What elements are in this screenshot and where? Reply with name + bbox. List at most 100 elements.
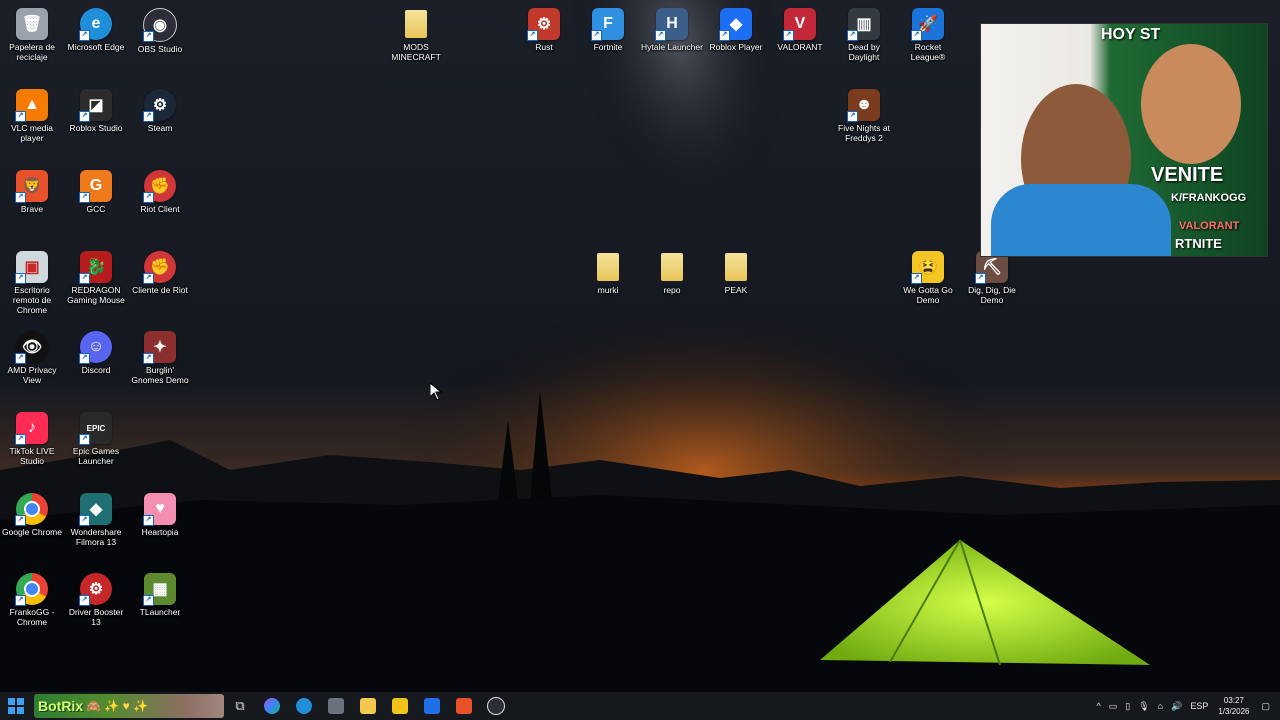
desktop-icon-rocket-league[interactable]: 🚀 ↗ Rocket League®	[896, 4, 960, 82]
icon-label: Microsoft Edge	[67, 42, 125, 52]
desktop-icon-heartopia[interactable]: ♥ ↗ Heartopia	[128, 489, 192, 567]
riot-icon: ✊ ↗	[143, 170, 176, 203]
icon-label: Hytale Launcher	[641, 42, 703, 52]
icon-label: Heartopia	[141, 527, 179, 537]
volume-icon[interactable]: 🔊	[1171, 701, 1182, 712]
icon-label: Wondershare Filmora 13	[70, 527, 122, 547]
desktop-icon-riot-client[interactable]: ✊ ↗ Riot Client	[128, 166, 192, 244]
overlay-text: RTNITE	[1175, 236, 1222, 251]
cartoon-avatar	[1141, 44, 1241, 164]
taskbar-app[interactable]	[320, 692, 352, 720]
obs-icon: ◉ ↗	[143, 8, 177, 42]
desktop-icon-chrome-remote[interactable]: ▣ ↗ Escritorio remoto de Chrome	[0, 247, 64, 325]
icon-label: MODS MINECRAFT	[391, 42, 441, 62]
gcc-icon: G ↗	[79, 170, 112, 203]
riot-icon: ✊ ↗	[143, 251, 176, 284]
battery-icon[interactable]: ▯	[1125, 701, 1130, 712]
desktop-icon-fnaf2[interactable]: ☻ ↗ Five Nights at Freddys 2	[832, 85, 896, 163]
overlay-text: VENITE	[1151, 164, 1224, 186]
chevron-up-icon[interactable]: ^	[1097, 701, 1101, 711]
discord-icon: ☺ ↗	[79, 331, 112, 364]
desktop-icon-vlc[interactable]: ▲ ↗ VLC media player	[0, 85, 64, 163]
taskbar-mail[interactable]	[416, 692, 448, 720]
folder-icon	[360, 698, 376, 714]
icon-label: REDRAGON Gaming Mouse	[67, 285, 125, 305]
folder-icon	[592, 251, 624, 283]
icon-label: TikTok LIVE Studio	[9, 446, 55, 466]
taskbar-obs[interactable]	[480, 692, 512, 720]
desktop-icon-we-gotta-go[interactable]: 😫 ↗ We Gotta Go Demo	[896, 247, 960, 325]
desktop-icon-gcc[interactable]: G ↗ GCC	[64, 166, 128, 244]
desktop-icon-google-chrome[interactable]: ↗ Google Chrome	[0, 489, 64, 567]
desktop-icon-obs-studio[interactable]: ◉ ↗ OBS Studio	[128, 4, 192, 82]
desktop-icon-discord[interactable]: ☺ ↗ Discord	[64, 327, 128, 405]
edge-icon: e ↗	[79, 8, 112, 41]
clock-date: 1/3/2026	[1218, 707, 1250, 716]
chrome-icon: ↗	[15, 573, 48, 606]
rust-icon: ⚙ ↗	[527, 8, 560, 41]
desktop-icon-hytale-launcher[interactable]: H ↗ Hytale Launcher	[640, 4, 704, 82]
desktop-icon-microsoft-edge[interactable]: e ↗ Microsoft Edge	[64, 4, 128, 82]
desktop-icon-redragon[interactable]: 🐉 ↗ REDRAGON Gaming Mouse	[64, 247, 128, 325]
icon-label: Roblox Studio	[69, 123, 123, 133]
desktop-icon-tiktok-live[interactable]: ♪ ↗ TikTok LIVE Studio	[0, 408, 64, 486]
edge-icon	[296, 698, 312, 714]
desktop-icon-cliente-riot[interactable]: ✊ ↗ Cliente de Riot	[128, 247, 192, 325]
desktop-icon-brave[interactable]: 🦁 ↗ Brave	[0, 166, 64, 244]
microphone-icon[interactable]: 🎙	[1138, 701, 1149, 712]
desktop-icon-dig-dig-die[interactable]: ⛏ ↗ Dig, Dig, Die Demo	[960, 247, 1024, 325]
desktop-icon-mods-minecraft[interactable]: MODS MINECRAFT	[384, 4, 448, 82]
task-view-button[interactable]: ⧉	[224, 692, 256, 720]
vlc-icon: ▲ ↗	[15, 89, 48, 122]
rocket-league-icon: 🚀 ↗	[911, 8, 944, 41]
clock[interactable]: 03:27 1/3/2026	[1218, 695, 1249, 717]
icon-label: Epic Games Launcher	[72, 446, 120, 466]
taskbar-store[interactable]	[384, 692, 416, 720]
fortnite-icon: F ↗	[591, 8, 624, 41]
desktop-icon-roblox-player[interactable]: ◆ ↗ Roblox Player	[704, 4, 768, 82]
desktop-icon-dead-by-daylight[interactable]: ▥ ↗ Dead by Daylight	[832, 4, 896, 82]
notification-icon[interactable]: ▢	[1261, 701, 1270, 712]
icon-label: Brave	[20, 204, 44, 214]
desktop-icon-steam[interactable]: ⚙ ↗ Steam	[128, 85, 192, 163]
desktop-icon-amd-privacy[interactable]: 👁 ↗ AMD Privacy View	[0, 327, 64, 405]
start-button[interactable]	[0, 692, 32, 720]
desktop-icon-murki[interactable]: murki	[576, 247, 640, 325]
icon-label: Dead by Daylight	[848, 42, 880, 62]
desktop-icon-filmora[interactable]: ◆ ↗ Wondershare Filmora 13	[64, 489, 128, 567]
taskbar-copilot[interactable]	[256, 692, 288, 720]
taskbar-brave[interactable]	[448, 692, 480, 720]
botrix-label: BotRix	[38, 698, 84, 714]
desktop-icon-repo[interactable]: repo	[640, 247, 704, 325]
desktop-icon-epic-games[interactable]: EPIC ↗ Epic Games Launcher	[64, 408, 128, 486]
desktop-icon-peak[interactable]: PEAK	[704, 247, 768, 325]
desktop-icon-tlauncher[interactable]: ▦ ↗ TLauncher	[128, 569, 192, 647]
desktop-icon-recycle-bin[interactable]: 🗑 Papelera de reciclaje	[0, 4, 64, 82]
store-icon	[392, 698, 408, 714]
language-indicator[interactable]: ESP	[1190, 701, 1208, 711]
wifi-icon[interactable]: ⌂	[1158, 701, 1163, 711]
taskbar-file-explorer[interactable]	[352, 692, 384, 720]
desktop-icon-burglin-gnomes[interactable]: ✦ ↗ Burglin' Gnomes Demo	[128, 327, 192, 405]
heartopia-icon: ♥ ↗	[143, 493, 176, 526]
desktop-icon-fortnite[interactable]: F ↗ Fortnite	[576, 4, 640, 82]
desktop-icon-rust[interactable]: ⚙ ↗ Rust	[512, 4, 576, 82]
app-icon	[328, 698, 344, 714]
icon-label: Google Chrome	[1, 527, 62, 537]
desktop-icon-valorant[interactable]: V ↗ VALORANT	[768, 4, 832, 82]
network-icon[interactable]: ▭	[1109, 701, 1118, 712]
icon-label: OBS Studio	[137, 44, 183, 54]
desktop-icon-roblox-studio[interactable]: ◪ ↗ Roblox Studio	[64, 85, 128, 163]
taskbar-edge[interactable]	[288, 692, 320, 720]
tiktok-icon: ♪ ↗	[15, 412, 48, 445]
desktop-icon-driver-booster[interactable]: ⚙ ↗ Driver Booster 13	[64, 569, 128, 647]
desktop-icon-frankogg-chrome[interactable]: ↗ FrankoGG - Chrome	[0, 569, 64, 647]
folder-icon	[720, 251, 752, 283]
fnaf-icon: ☻ ↗	[847, 89, 880, 122]
icon-label: AMD Privacy View	[7, 365, 57, 385]
hytale-icon: H ↗	[655, 8, 688, 41]
botrix-emojis: 🙈 ✨ ♥ ✨	[86, 699, 149, 713]
roblox-studio-icon: ◪ ↗	[79, 89, 112, 122]
we-gotta-go-icon: 😫 ↗	[911, 251, 944, 284]
botrix-widget[interactable]: BotRix 🙈 ✨ ♥ ✨	[34, 694, 224, 718]
